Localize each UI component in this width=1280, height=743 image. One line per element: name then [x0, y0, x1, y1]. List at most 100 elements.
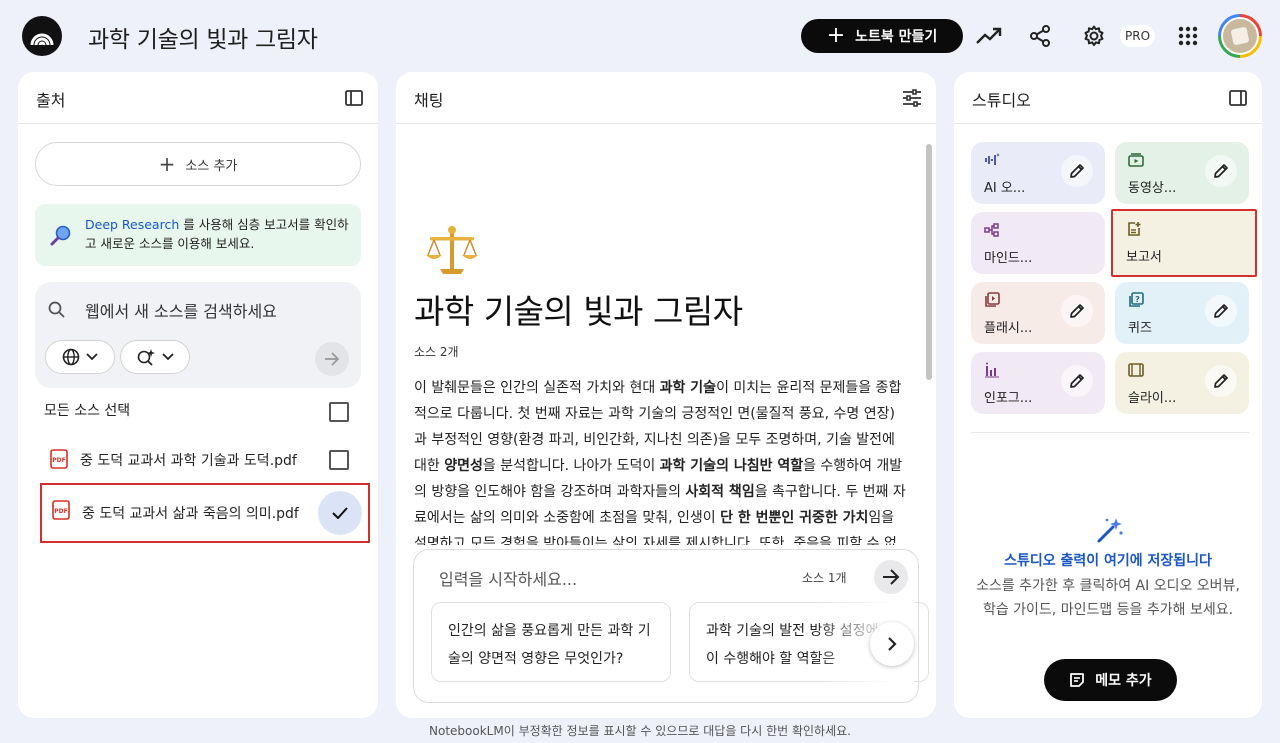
- edit-pencil-icon[interactable]: [1205, 155, 1237, 187]
- chevron-right-icon: [888, 637, 897, 651]
- collapse-panel-icon[interactable]: [1226, 86, 1250, 110]
- studio-tile-video-overview[interactable]: 동영상...: [1115, 142, 1249, 204]
- chat-input[interactable]: 입력을 시작하세요...: [439, 566, 577, 590]
- svg-text:?: ?: [1135, 295, 1140, 304]
- notebook-summary: 이 발췌문들은 인간의 실존적 가치와 현대 과학 기술이 미치는 윤리적 문제…: [414, 380, 906, 545]
- checkmark-icon: [332, 507, 348, 519]
- audio-overview-icon: [984, 152, 1000, 171]
- studio-tile-mindmap[interactable]: 마인드...: [971, 212, 1105, 274]
- select-all-checkbox[interactable]: [329, 402, 349, 422]
- web-source-type-dropdown[interactable]: [45, 340, 115, 374]
- collapse-panel-icon[interactable]: [342, 86, 366, 110]
- settings-icon[interactable]: [1080, 22, 1108, 50]
- studio-panel-title: 스튜디오: [972, 91, 1031, 110]
- deep-research-link[interactable]: Deep Research: [85, 217, 179, 232]
- source-item-selected[interactable]: PDF 중 도덕 교과서 삶과 죽음의 의미.pdf: [40, 483, 370, 543]
- sources-panel-title: 출처: [36, 91, 66, 110]
- logo-icon[interactable]: [22, 16, 62, 56]
- video-overview-icon: [1128, 152, 1144, 171]
- studio-tile-label: 슬라이...: [1128, 391, 1177, 406]
- sparkle-search-icon: [137, 349, 155, 366]
- svg-text:PDF: PDF: [52, 457, 65, 464]
- select-all-label: 모든 소스 선택: [44, 403, 131, 419]
- arrow-right-icon: [325, 352, 340, 366]
- create-notebook-button[interactable]: + 노트북 만들기: [801, 19, 963, 53]
- research-mode-dropdown[interactable]: [120, 340, 190, 374]
- slides-icon: [1128, 362, 1144, 381]
- studio-tile-report[interactable]: 보고서: [1111, 209, 1257, 277]
- deep-research-banner[interactable]: Deep Research 를 사용해 심층 보고서를 확인하고 새로운 소스를…: [35, 204, 361, 266]
- edit-pencil-icon[interactable]: [1205, 365, 1237, 397]
- studio-tile-label: AI 오...: [984, 181, 1026, 196]
- add-source-button[interactable]: + 소스 추가: [35, 142, 361, 186]
- magic-wand-icon: [1096, 516, 1124, 548]
- send-button[interactable]: [874, 560, 908, 594]
- chat-panel: 채팅 과학 기술의 빛과 그림자 소스 2개 이 발췌문들은 인간의 실존적 가…: [396, 72, 936, 718]
- search-input[interactable]: 웹에서 새 소스를 검색하세요: [85, 298, 277, 322]
- studio-empty-title: 스튜디오 출력이 여기에 저장됩니다: [1004, 553, 1212, 569]
- svg-text:PDF: PDF: [54, 508, 67, 515]
- apps-grid-icon[interactable]: [1174, 22, 1202, 50]
- source-name: 중 도덕 교과서 삶과 죽음의 의미.pdf: [82, 506, 299, 522]
- deep-research-text: Deep Research 를 사용해 심층 보고서를 확인하고 새로운 소스를…: [85, 217, 349, 251]
- studio-tile-infographic[interactable]: 인포그...: [971, 352, 1105, 414]
- plus-icon: +: [158, 152, 176, 176]
- chevron-down-icon: [162, 353, 174, 361]
- studio-tile-flashcards[interactable]: 플래시...: [971, 282, 1105, 344]
- studio-tile-audio-overview[interactable]: AI 오...: [971, 142, 1105, 204]
- edit-pencil-icon[interactable]: [1061, 155, 1093, 187]
- chat-panel-title: 채팅: [414, 91, 444, 110]
- add-note-label: 메모 추가: [1095, 673, 1152, 689]
- studio-tile-label: 인포그...: [984, 391, 1033, 406]
- user-avatar[interactable]: [1218, 14, 1262, 58]
- studio-tile-label: 동영상...: [1128, 181, 1177, 196]
- sources-panel: 출처 + 소스 추가 Deep Research 를 사용해 심층 보고서를 확…: [18, 72, 378, 718]
- next-suggestions-button[interactable]: [870, 622, 914, 666]
- edit-pencil-icon[interactable]: [1205, 295, 1237, 327]
- studio-tile-slides[interactable]: 슬라이...: [1115, 352, 1249, 414]
- arrow-right-icon: [883, 569, 900, 585]
- analytics-icon[interactable]: [975, 22, 1003, 50]
- chat-panel-header: 채팅: [396, 72, 936, 124]
- magnifier-search-icon: [50, 224, 72, 250]
- source-count: 소스 2개: [414, 345, 459, 359]
- chat-composer: 입력을 시작하세요... 소스 1개 인간의 삶을 풍요롭게 만든 과학 기술의…: [413, 549, 929, 703]
- search-icon: [47, 300, 67, 324]
- chat-settings-icon[interactable]: [900, 86, 924, 110]
- studio-tile-label: 보고서: [1126, 250, 1162, 265]
- studio-empty-description: 소스를 추가한 후 클릭하여 AI 오디오 오버뷰, 학습 가이드, 마인드맵 …: [976, 578, 1240, 618]
- edit-pencil-icon[interactable]: [1061, 365, 1093, 397]
- flashcards-icon: [984, 292, 1000, 312]
- chat-scroll-area: 과학 기술의 빛과 그림자 소스 2개 이 발췌문들은 인간의 실존적 가치와 …: [396, 125, 936, 545]
- quiz-icon: ?: [1128, 292, 1144, 312]
- top-header: 과학 기술의 빛과 그림자 + 노트북 만들기 PRO: [0, 0, 1280, 72]
- submit-search-button[interactable]: [315, 342, 349, 376]
- sources-panel-header: 출처: [18, 72, 378, 124]
- pdf-file-icon: PDF: [52, 500, 70, 520]
- source-checkbox[interactable]: [329, 450, 349, 470]
- report-icon: [1126, 221, 1142, 241]
- source-checkbox-checked[interactable]: [318, 491, 362, 535]
- divider: [971, 432, 1249, 433]
- chevron-down-icon: [86, 353, 98, 361]
- studio-tile-quiz[interactable]: ? 퀴즈: [1115, 282, 1249, 344]
- add-note-button[interactable]: 메모 추가: [1044, 659, 1177, 701]
- create-notebook-label: 노트북 만들기: [855, 29, 938, 45]
- share-icon[interactable]: [1026, 22, 1054, 50]
- studio-tile-label: 마인드...: [984, 251, 1033, 266]
- edit-pencil-icon[interactable]: [1061, 295, 1093, 327]
- notebook-title[interactable]: 과학 기술의 빛과 그림자: [88, 20, 318, 54]
- pro-badge: PRO: [1120, 25, 1156, 47]
- notebook-heading: 과학 기술의 빛과 그림자: [414, 292, 743, 331]
- pdf-file-icon: PDF: [50, 449, 68, 469]
- composer-source-count: 소스 1개: [802, 571, 847, 585]
- studio-tile-label: 플래시...: [984, 321, 1033, 336]
- studio-tile-label: 퀴즈: [1128, 321, 1152, 336]
- chat-scrollbar[interactable]: [926, 144, 932, 380]
- globe-icon: [62, 348, 80, 366]
- mindmap-icon: [984, 222, 1000, 241]
- disclaimer-text: NotebookLM이 부정확한 정보를 표시할 수 있으므로 대답을 다시 한…: [429, 724, 851, 738]
- note-icon: [1070, 673, 1085, 687]
- suggested-question[interactable]: 인간의 삶을 풍요롭게 만든 과학 기술의 양면적 영향은 무엇인가?: [431, 602, 671, 682]
- source-item[interactable]: PDF 중 도덕 교과서 과학 기술과 도덕.pdf: [40, 434, 370, 486]
